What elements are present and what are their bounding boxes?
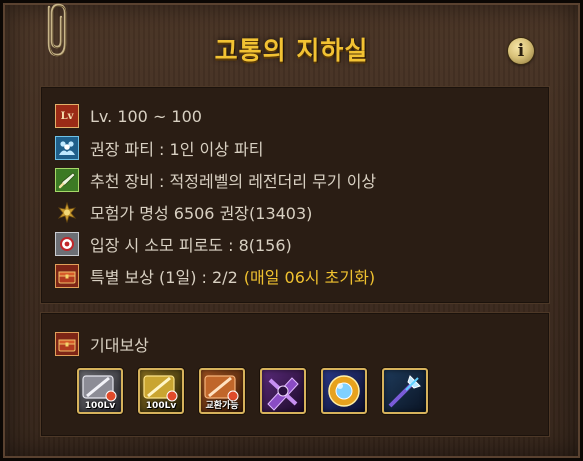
recommended-equipment-row: 추천 장비 : 적정레벨의 레전더리 무기 이상 xyxy=(55,167,376,193)
special-reward-text: 특별 보상 (1일) : 2/2 xyxy=(90,268,238,287)
reward-item-list: 100Lv 100Lv 교환가능 xyxy=(77,368,428,414)
recommended-party-text: 권장 파티 : 1인 이상 파티 xyxy=(90,140,264,159)
reward-item-golden-orb[interactable] xyxy=(321,368,367,414)
special-reward-row: 특별 보상 (1일) : 2/2 (매일 06시 초기화) xyxy=(55,263,375,289)
reward-item-level-100-weapon-box-gold[interactable]: 100Lv xyxy=(138,368,184,414)
party-icon xyxy=(55,136,79,160)
reward-item-blue-spear-shard[interactable] xyxy=(382,368,428,414)
expected-rewards-label: 기대보상 xyxy=(90,336,149,355)
level-requirement-row: Lv Lv. 100 ~ 100 xyxy=(55,103,202,129)
recommended-party-row: 권장 파티 : 1인 이상 파티 xyxy=(55,135,263,161)
fatigue-icon xyxy=(55,232,79,256)
dungeon-info-panel: 고통의 지하실 i Lv Lv. 100 ~ 100 권장 파티 : 1인 이상… xyxy=(0,0,583,461)
fatigue-cost-row: 입장 시 소모 피로도 : 8(156) xyxy=(55,231,292,257)
recommended-equipment-text: 추천 장비 : 적정레벨의 레전더리 무기 이상 xyxy=(90,172,377,191)
blue-spear-icon xyxy=(388,375,421,408)
item-caption: 100Lv xyxy=(84,401,116,411)
info-icon[interactable]: i xyxy=(508,38,534,64)
level-requirement-text: Lv. 100 ~ 100 xyxy=(90,106,202,126)
expected-rewards-box: 기대보상 100Lv 100Lv 교환가능 xyxy=(41,313,549,436)
weapon-icon xyxy=(55,168,79,192)
fame-emblem-icon xyxy=(55,200,79,224)
golden-orb-icon xyxy=(328,375,360,407)
purple-crystal-icon xyxy=(267,377,299,411)
adventurer-fame-text: 모험가 명성 6506 권장(13403) xyxy=(90,204,313,223)
reward-item-exchangeable-weapon-box[interactable]: 교환가능 xyxy=(199,368,245,414)
level-icon: Lv xyxy=(55,104,79,128)
reward-item-level-100-weapon-box-silver[interactable]: 100Lv xyxy=(77,368,123,414)
treasure-chest-icon xyxy=(55,264,79,288)
treasure-chest-icon xyxy=(55,332,79,356)
item-caption: 교환가능 xyxy=(205,401,239,411)
fatigue-cost-text: 입장 시 소모 피로도 : 8(156) xyxy=(90,236,292,255)
dungeon-info-box: Lv Lv. 100 ~ 100 권장 파티 : 1인 이상 파티 추천 장비 … xyxy=(41,87,549,303)
item-caption: 100Lv xyxy=(145,401,177,411)
reset-time-note: (매일 06시 초기화) xyxy=(243,268,376,287)
adventurer-fame-row: 모험가 명성 6506 권장(13403) xyxy=(55,199,312,225)
reward-item-purple-material-crystal[interactable] xyxy=(260,368,306,414)
expected-rewards-header: 기대보상 xyxy=(55,331,149,357)
dungeon-title: 고통의 지하실 xyxy=(214,36,369,65)
